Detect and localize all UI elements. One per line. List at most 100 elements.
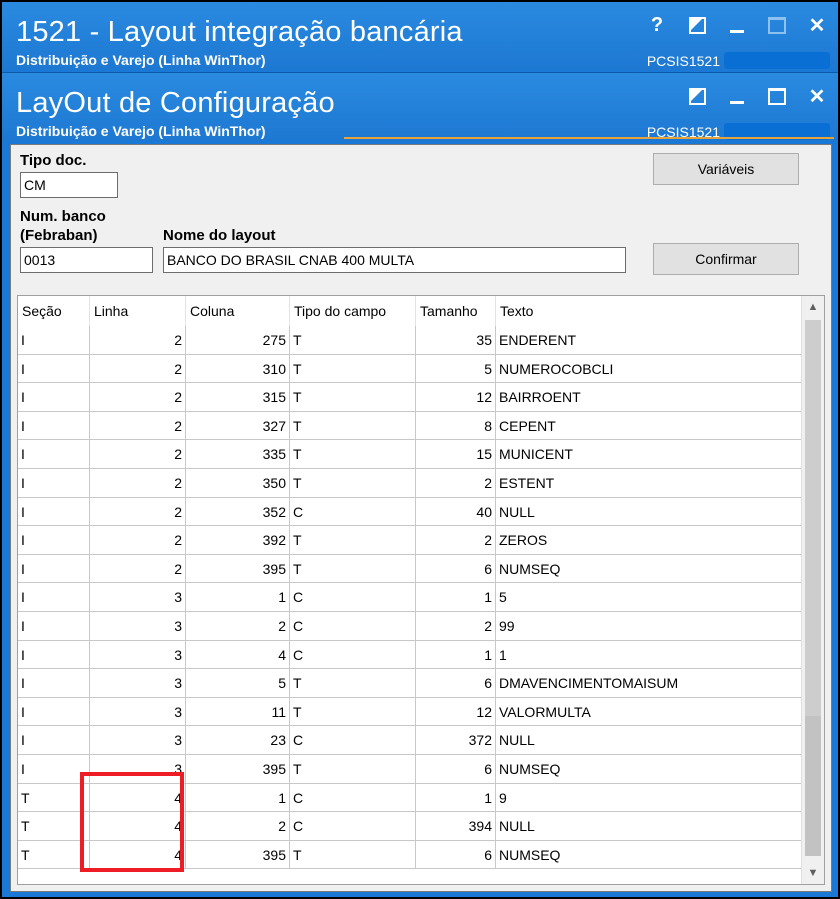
cell-col-coluna[interactable]: 275: [186, 326, 290, 355]
cell-col-texto[interactable]: NULL: [496, 812, 802, 841]
dialog-maximize-button[interactable]: [766, 85, 788, 107]
cell-col-texto[interactable]: ZEROS: [496, 526, 802, 555]
cell-col-coluna[interactable]: 395: [186, 840, 290, 870]
cell-col-tipo-campo[interactable]: T: [290, 755, 416, 784]
cell-col-secao[interactable]: I: [18, 497, 90, 527]
cell-col-linha[interactable]: 3: [90, 583, 186, 612]
cell-col-texto[interactable]: ENDERENT: [496, 326, 802, 355]
cell-col-tipo-campo[interactable]: T: [290, 697, 416, 727]
cell-col-coluna[interactable]: 1: [186, 583, 290, 612]
cell-col-tamanho[interactable]: 12: [416, 383, 496, 412]
cell-col-tipo-campo[interactable]: T: [290, 383, 416, 412]
cell-col-linha[interactable]: 3: [90, 640, 186, 670]
dialog-close-button[interactable]: ✕: [806, 85, 828, 108]
cell-col-linha[interactable]: 2: [90, 526, 186, 555]
table-row[interactable]: I 3 5 T 6 DMAVENCIMENTOMAISUM: [18, 669, 802, 698]
cell-col-tamanho[interactable]: 372: [416, 726, 496, 755]
minimize-button[interactable]: [726, 14, 748, 36]
cell-col-tamanho[interactable]: 1: [416, 583, 496, 612]
cell-col-tamanho[interactable]: 5: [416, 354, 496, 384]
scroll-thumb[interactable]: [805, 716, 821, 856]
cell-col-tipo-campo[interactable]: C: [290, 583, 416, 612]
cell-col-texto[interactable]: 99: [496, 612, 802, 641]
cell-col-tamanho[interactable]: 1: [416, 783, 496, 813]
cell-col-secao[interactable]: I: [18, 469, 90, 498]
cell-col-secao[interactable]: I: [18, 554, 90, 584]
cell-col-texto[interactable]: ESTENT: [496, 469, 802, 498]
header-col-secao[interactable]: Seção: [18, 296, 90, 326]
cell-col-tamanho[interactable]: 40: [416, 497, 496, 527]
cell-col-linha[interactable]: 3: [90, 669, 186, 698]
cell-col-coluna[interactable]: 315: [186, 383, 290, 412]
cell-col-linha[interactable]: 2: [90, 554, 186, 584]
cell-col-coluna[interactable]: 327: [186, 411, 290, 441]
cell-col-tamanho[interactable]: 394: [416, 812, 496, 841]
header-col-tamanho[interactable]: Tamanho: [416, 296, 496, 326]
cell-col-tamanho[interactable]: 2: [416, 469, 496, 498]
cell-col-coluna[interactable]: 352: [186, 497, 290, 527]
cell-col-texto[interactable]: MUNICENT: [496, 440, 802, 469]
cell-col-tipo-campo[interactable]: C: [290, 612, 416, 641]
cell-col-secao[interactable]: I: [18, 726, 90, 755]
cell-col-coluna[interactable]: 310: [186, 354, 290, 384]
cell-col-secao[interactable]: I: [18, 583, 90, 612]
table-row[interactable]: I 2 310 T 5 NUMEROCOBCLI: [18, 354, 802, 384]
cell-col-secao[interactable]: I: [18, 697, 90, 727]
cell-col-secao[interactable]: I: [18, 383, 90, 412]
cell-col-coluna[interactable]: 1: [186, 783, 290, 813]
cell-col-texto[interactable]: NULL: [496, 497, 802, 527]
cell-col-linha[interactable]: 2: [90, 497, 186, 527]
cell-col-texto[interactable]: BAIRROENT: [496, 383, 802, 412]
table-row[interactable]: I 3 23 C 372 NULL: [18, 726, 802, 755]
cell-col-tamanho[interactable]: 6: [416, 554, 496, 584]
cell-col-texto[interactable]: 5: [496, 583, 802, 612]
cell-col-secao[interactable]: I: [18, 440, 90, 469]
header-col-texto[interactable]: Texto: [496, 296, 802, 326]
table-row[interactable]: I 2 350 T 2 ESTENT: [18, 469, 802, 498]
cell-col-tipo-campo[interactable]: C: [290, 497, 416, 527]
cell-col-tamanho[interactable]: 12: [416, 697, 496, 727]
cell-col-coluna[interactable]: 23: [186, 726, 290, 755]
scroll-track-upper[interactable]: [805, 320, 821, 716]
cell-col-tamanho[interactable]: 15: [416, 440, 496, 469]
cell-col-tamanho[interactable]: 6: [416, 840, 496, 870]
cell-col-tipo-campo[interactable]: C: [290, 783, 416, 813]
table-row[interactable]: I 2 392 T 2 ZEROS: [18, 526, 802, 555]
table-row[interactable]: I 2 315 T 12 BAIRROENT: [18, 383, 802, 412]
cell-col-linha[interactable]: 3: [90, 697, 186, 727]
cell-col-secao[interactable]: I: [18, 354, 90, 384]
table-row[interactable]: I 2 352 C 40 NULL: [18, 497, 802, 527]
cell-col-texto[interactable]: DMAVENCIMENTOMAISUM: [496, 669, 802, 698]
cell-col-linha[interactable]: 2: [90, 440, 186, 469]
cell-col-tipo-campo[interactable]: T: [290, 526, 416, 555]
cell-col-linha[interactable]: 3: [90, 612, 186, 641]
cell-col-secao[interactable]: I: [18, 326, 90, 355]
cell-col-coluna[interactable]: 395: [186, 755, 290, 784]
cell-col-tipo-campo[interactable]: T: [290, 669, 416, 698]
cell-col-tamanho[interactable]: 2: [416, 526, 496, 555]
cell-col-texto[interactable]: NULL: [496, 726, 802, 755]
dialog-restore-layout-button[interactable]: [686, 85, 708, 107]
cell-col-tamanho[interactable]: 35: [416, 326, 496, 355]
cell-col-coluna[interactable]: 4: [186, 640, 290, 670]
cell-col-tamanho[interactable]: 1: [416, 640, 496, 670]
cell-col-texto[interactable]: CEPENT: [496, 411, 802, 441]
table-row[interactable]: I31C15: [18, 583, 802, 612]
cell-col-tipo-campo[interactable]: T: [290, 411, 416, 441]
cell-col-linha[interactable]: 2: [90, 354, 186, 384]
cell-col-tipo-campo[interactable]: T: [290, 326, 416, 355]
cell-col-coluna[interactable]: 395: [186, 554, 290, 584]
restore-layout-button[interactable]: [686, 14, 708, 36]
cell-col-linha[interactable]: 2: [90, 326, 186, 355]
cell-col-tipo-campo[interactable]: T: [290, 840, 416, 870]
cell-col-tamanho[interactable]: 8: [416, 411, 496, 441]
cell-col-texto[interactable]: VALORMULTA: [496, 697, 802, 727]
help-button[interactable]: ?: [646, 14, 668, 36]
close-button[interactable]: ✕: [806, 14, 828, 37]
table-row[interactable]: I 2 275 T 35 ENDERENT: [18, 326, 802, 355]
cell-col-tamanho[interactable]: 6: [416, 669, 496, 698]
cell-col-coluna[interactable]: 2: [186, 612, 290, 641]
table-row[interactable]: I 3 2 C 2 99: [18, 612, 802, 641]
cell-col-coluna[interactable]: 335: [186, 440, 290, 469]
cell-col-texto[interactable]: 9: [496, 783, 802, 813]
